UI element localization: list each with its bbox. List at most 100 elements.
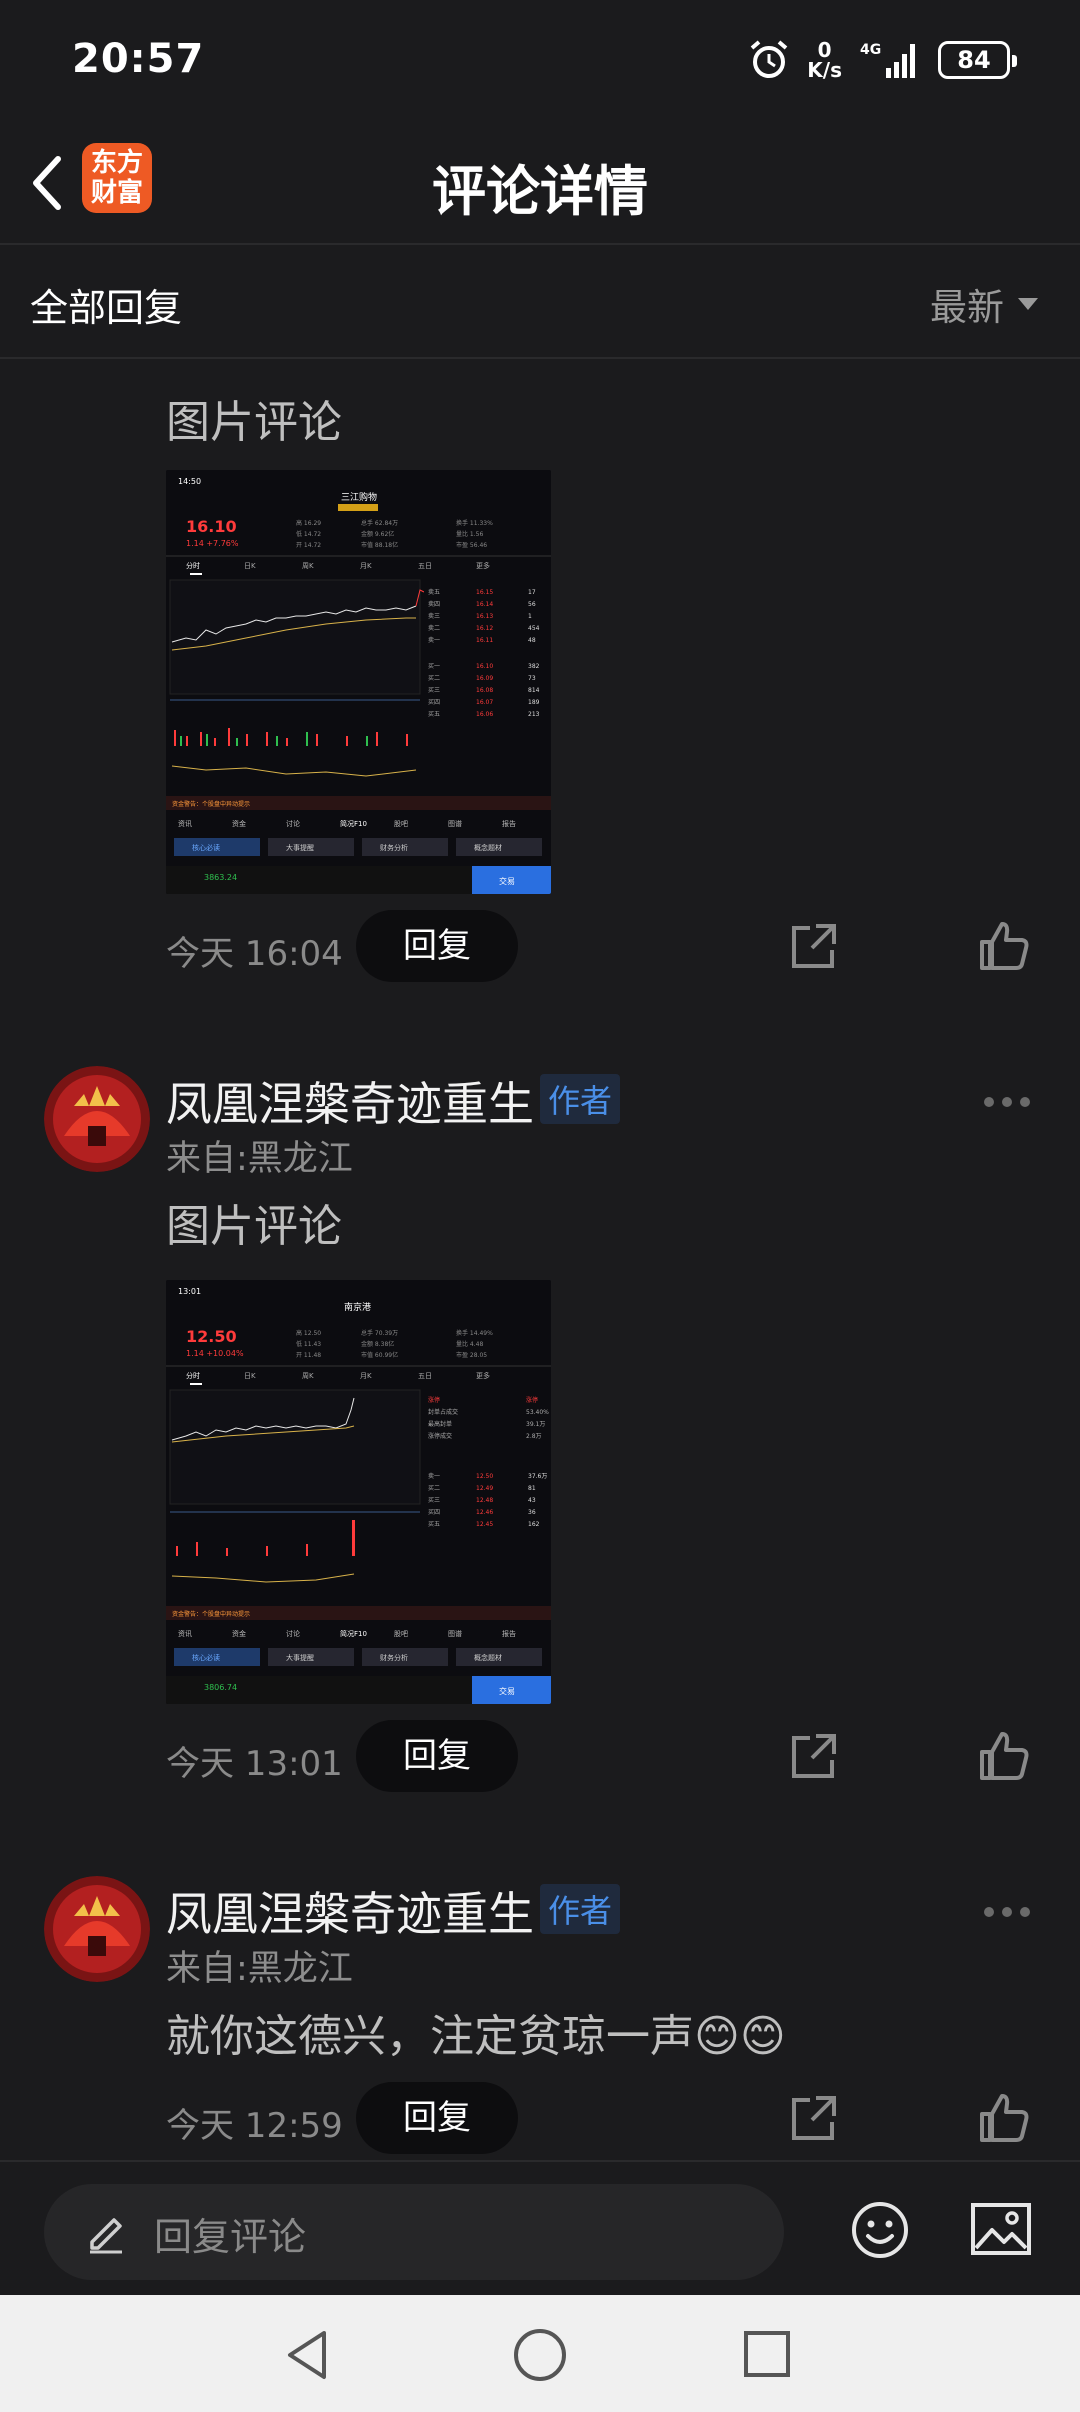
more-options-icon[interactable] [982, 1095, 1032, 1109]
quote-level: 卖五 [428, 589, 440, 596]
svg-text:涨停: 涨停 [526, 1396, 538, 1404]
comment-text: 图片评论 [166, 1201, 342, 1252]
author-badge: 作者 [540, 1884, 621, 1934]
screenshot-stock-name: 三江购物 [341, 491, 377, 503]
page-title: 评论详情 [432, 160, 648, 223]
screenshot-bottom-tab: 资讯 [178, 819, 192, 828]
quote-price: 16.09 [476, 675, 493, 682]
bottom-bar: 回复评论 [0, 2160, 1080, 2295]
all-replies-label: 全部回复 [30, 286, 183, 330]
quote-level: 买二 [428, 674, 440, 682]
quote-level: 买三 [428, 1496, 440, 1504]
screenshot-bottom-tab: 图谱 [448, 1629, 462, 1638]
quote-price: 16.07 [476, 699, 493, 706]
status-bar: 20:57 0 K/s 4G 84 [0, 0, 1080, 125]
nav-recents-icon[interactable] [742, 2329, 792, 2379]
quote-volume: 162 [528, 1521, 540, 1528]
screenshot-button-label: 大事提醒 [286, 843, 314, 852]
screenshot-tab: 更多 [476, 1371, 490, 1380]
thumbs-up-icon[interactable] [976, 2090, 1032, 2146]
quote-price: 16.08 [476, 687, 493, 694]
quote-level: 买一 [428, 662, 440, 670]
screenshot-bottom-tab: 资金 [232, 819, 246, 828]
screenshot-tab: 分时 [186, 561, 200, 570]
svg-text:市盈 56.46: 市盈 56.46 [456, 541, 487, 549]
emoji-icon[interactable] [850, 2200, 910, 2260]
quote-volume: 36 [528, 1509, 536, 1516]
svg-text:总手 70.39万: 总手 70.39万 [361, 1329, 398, 1337]
status-icons: 0 K/s 4G 84 [747, 38, 1017, 82]
quote-price: 16.11 [476, 637, 493, 644]
comment-time: 今天 12:59 [166, 2106, 343, 2146]
reply-button[interactable]: 回复 [356, 910, 518, 982]
screenshot-index: 3863.24 [204, 873, 237, 882]
share-icon[interactable] [788, 2092, 840, 2144]
screenshot-tab: 五日 [418, 1372, 432, 1380]
comment-image[interactable]: 14:50 三江购物 16.10 1.14 +7.76% 高 16.29 低 14… [166, 470, 551, 894]
svg-text:高 16.29: 高 16.29 [296, 519, 321, 527]
sort-dropdown[interactable]: 最新 [930, 277, 1038, 331]
username[interactable]: 凤凰涅槃奇迹重生 [166, 1878, 534, 1944]
quote-level: 买五 [428, 1520, 440, 1528]
svg-text:金额 9.62亿: 金额 9.62亿 [361, 530, 394, 538]
comment-meta: 今天 13:01 回复 [166, 1720, 1046, 1794]
svg-text:2.8万: 2.8万 [526, 1433, 542, 1440]
reply-button[interactable]: 回复 [356, 1720, 518, 1792]
reply-button[interactable]: 回复 [356, 2082, 518, 2154]
quote-price: 16.15 [476, 589, 493, 596]
screenshot-tab: 周K [302, 1372, 314, 1380]
screenshot-change: 1.14 +10.04% [186, 1349, 244, 1358]
comment-meta: 今天 12:59 回复 [166, 2082, 1046, 2156]
comment-image[interactable]: 13:01 南京港 12.50 1.14 +10.04% 高 12.50 低 11… [166, 1280, 551, 1704]
quote-level: 卖一 [428, 1473, 440, 1480]
screenshot-stock-name: 南京港 [344, 1301, 371, 1313]
speed-unit: K/s [807, 58, 842, 82]
thumbs-up-icon[interactable] [976, 918, 1032, 974]
quote-level: 买三 [428, 686, 440, 694]
quote-volume: 48 [528, 637, 536, 644]
quote-volume: 1 [528, 613, 532, 620]
quote-volume: 73 [528, 675, 536, 682]
thumbs-up-icon[interactable] [976, 1728, 1032, 1784]
screenshot-clock: 13:01 [178, 1287, 201, 1296]
comment-time: 今天 13:01 [166, 1744, 343, 1784]
avatar[interactable] [44, 1876, 150, 1982]
screenshot-tab: 月K [360, 1372, 372, 1380]
image-icon[interactable] [970, 2202, 1032, 2256]
quote-price: 16.06 [476, 711, 493, 718]
comment-text: 图片评论 [166, 397, 342, 448]
more-options-icon[interactable] [982, 1905, 1032, 1919]
screenshot-clock: 14:50 [178, 477, 201, 486]
share-icon[interactable] [788, 920, 840, 972]
nav-home-icon[interactable] [510, 2325, 570, 2385]
screenshot-bottom-tab: 讨论 [286, 819, 300, 828]
quote-price: 12.48 [476, 1497, 493, 1504]
share-icon[interactable] [788, 1730, 840, 1782]
screenshot-bottom-tab: 简况F10 [340, 1629, 367, 1638]
quote-price: 16.14 [476, 601, 493, 608]
quote-level: 买四 [428, 698, 440, 706]
screenshot-change: 1.14 +7.76% [186, 539, 239, 548]
quote-price: 12.49 [476, 1485, 493, 1492]
quote-price: 16.12 [476, 625, 493, 632]
screenshot-bottom-tab: 报告 [502, 819, 516, 828]
screenshot-trade: 交易 [499, 1686, 515, 1696]
avatar[interactable] [44, 1066, 150, 1172]
quote-volume: 454 [528, 625, 540, 632]
svg-text:资金警告：个股盘中异动提示: 资金警告：个股盘中异动提示 [172, 800, 250, 808]
quote-volume: 814 [528, 687, 540, 694]
screenshot-button-label: 财务分析 [380, 843, 408, 852]
svg-text:量比 1.56: 量比 1.56 [456, 530, 483, 538]
author-badge: 作者 [540, 1074, 621, 1124]
svg-text:资金警告：个股盘中异动提示: 资金警告：个股盘中异动提示 [172, 1610, 250, 1618]
screenshot-price: 12.50 [186, 1327, 237, 1346]
quote-level: 卖三 [428, 613, 440, 620]
quote-volume: 213 [528, 711, 540, 718]
speed-value: 0 [817, 38, 832, 62]
svg-text:市值 60.99亿: 市值 60.99亿 [361, 1351, 398, 1359]
nav-back-icon[interactable] [280, 2327, 336, 2383]
quote-volume: 189 [528, 699, 540, 706]
quote-price: 12.46 [476, 1509, 493, 1516]
reply-comment-input[interactable]: 回复评论 [44, 2184, 784, 2280]
username[interactable]: 凤凰涅槃奇迹重生 [166, 1068, 534, 1134]
